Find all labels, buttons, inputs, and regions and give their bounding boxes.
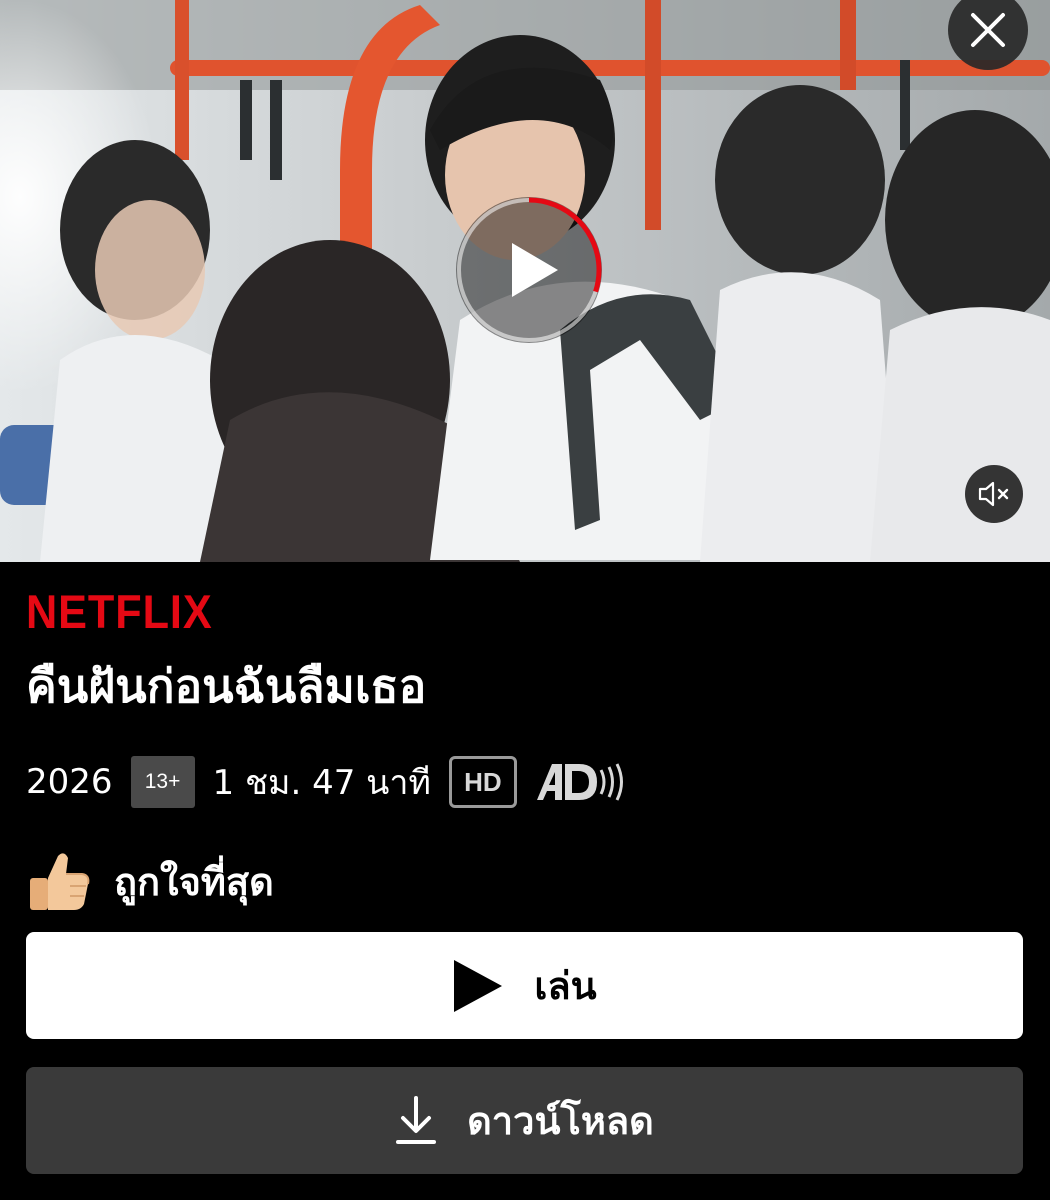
download-button-label: ดาวน์โหลด xyxy=(467,1099,654,1143)
play-progress-icon xyxy=(456,197,602,343)
page-title: คืนฝันก่อนฉันลืมเธอ xyxy=(26,659,427,713)
title-detail-page: NETFLIX คืนฝันก่อนฉันลืมเธอ 2026 13+ 1 ช… xyxy=(0,0,1050,1200)
preview-play-button[interactable] xyxy=(454,195,604,345)
metadata-row: 2026 13+ 1 ชม. 47 นาที HD xyxy=(26,756,631,808)
thumbs-up-icon xyxy=(30,853,90,910)
maturity-rating-badge: 13+ xyxy=(130,756,195,808)
download-button[interactable]: ดาวน์โหลด xyxy=(26,1067,1023,1174)
top-pick-row: ถูกใจที่สุด xyxy=(26,846,274,916)
play-button[interactable]: เล่น xyxy=(26,932,1023,1039)
mute-button[interactable] xyxy=(965,465,1023,523)
top-pick-label: ถูกใจที่สุด xyxy=(114,859,274,904)
trailer-preview[interactable] xyxy=(0,0,1050,562)
volume-muted-icon xyxy=(978,481,1009,507)
close-icon xyxy=(971,13,1005,47)
audio-description-icon xyxy=(535,762,631,802)
duration: 1 ชม. 47 นาที xyxy=(212,763,431,803)
netflix-logo: NETFLIX xyxy=(26,585,213,638)
download-icon xyxy=(396,1095,437,1144)
release-year: 2026 xyxy=(26,762,113,802)
play-button-label: เล่น xyxy=(534,964,597,1008)
hd-badge: HD xyxy=(448,756,517,808)
play-icon xyxy=(454,959,503,1012)
